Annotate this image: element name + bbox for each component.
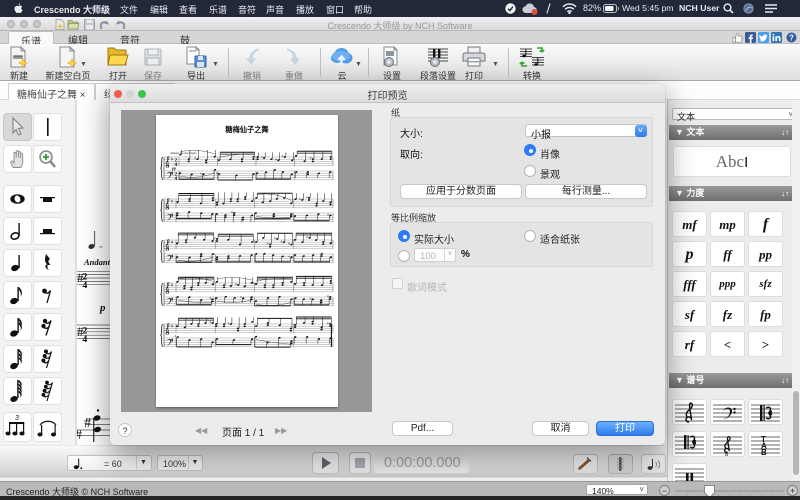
svg-text:#: # xyxy=(282,154,284,158)
svg-text:4: 4 xyxy=(83,335,88,345)
svg-text:#: # xyxy=(77,428,82,443)
svg-text:p: p xyxy=(99,302,106,314)
svg-text:#: # xyxy=(228,321,230,325)
svg-text:#: # xyxy=(275,157,277,161)
svg-text:#: # xyxy=(200,171,202,175)
svg-text:#: # xyxy=(310,156,312,160)
svg-text:#: # xyxy=(267,241,269,245)
svg-text:Andante m: Andante m xyxy=(83,257,113,267)
svg-text:4: 4 xyxy=(175,176,178,182)
svg-text:3: 3 xyxy=(15,415,19,422)
svg-text:#: # xyxy=(214,236,216,240)
svg-text:#: # xyxy=(299,197,301,201)
svg-text:4: 4 xyxy=(83,281,88,291)
svg-text:#: # xyxy=(261,155,263,159)
svg-text:#: # xyxy=(194,156,196,160)
svg-text:#: # xyxy=(231,210,233,214)
svg-text:#: # xyxy=(175,334,177,338)
svg-text:#: # xyxy=(327,294,329,298)
svg-text:?: ? xyxy=(789,33,794,42)
svg-text:#: # xyxy=(235,282,237,286)
svg-text:#: # xyxy=(209,320,211,324)
svg-text:#: # xyxy=(274,236,276,240)
svg-text:#: # xyxy=(306,195,308,199)
svg-text:pp: pp xyxy=(171,166,176,171)
svg-text:#: # xyxy=(84,416,91,431)
svg-text:糖梅仙子之舞: 糖梅仙子之舞 xyxy=(225,125,268,134)
svg-text:#: # xyxy=(306,235,308,239)
svg-text:=: = xyxy=(99,244,103,252)
svg-text:#: # xyxy=(209,296,211,300)
svg-text:#: # xyxy=(327,212,329,216)
svg-text:#: # xyxy=(281,239,283,243)
svg-text:#: # xyxy=(288,242,290,246)
svg-text:#: # xyxy=(327,321,329,325)
svg-text:#: # xyxy=(216,171,218,175)
svg-text:#: # xyxy=(253,281,255,285)
svg-text:#: # xyxy=(240,295,242,299)
svg-text:B: B xyxy=(761,448,767,456)
svg-text:#: # xyxy=(288,254,290,258)
svg-text:#: # xyxy=(310,296,312,300)
svg-text:Andante ma non troppo: Andante ma non troppo xyxy=(169,152,197,155)
